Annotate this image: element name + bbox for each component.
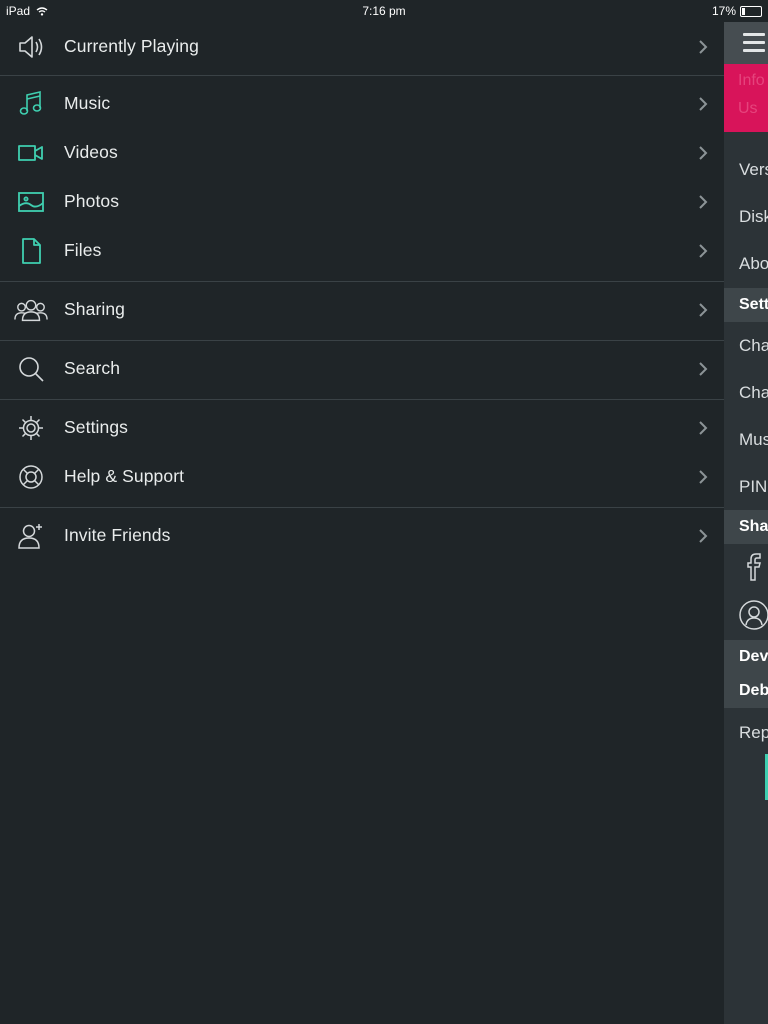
- photo-icon: [14, 185, 48, 219]
- chevron-right-icon: [696, 243, 710, 258]
- menu-item-help-support[interactable]: Help & Support: [0, 452, 724, 501]
- chevron-right-icon: [696, 302, 710, 317]
- people-icon: [14, 293, 48, 327]
- chevron-right-icon: [696, 528, 710, 543]
- menu-divider: [0, 399, 724, 400]
- menu-label: Videos: [64, 142, 118, 162]
- panel-top-bar: [724, 22, 768, 64]
- chevron-right-icon: [696, 361, 710, 376]
- user-circle-icon[interactable]: [738, 599, 768, 630]
- menu-item-videos[interactable]: Videos: [0, 128, 724, 177]
- row-disk[interactable]: Disk: [739, 207, 768, 227]
- chevron-right-icon: [696, 420, 710, 435]
- menu-divider: [0, 507, 724, 508]
- row-change-2[interactable]: Cha: [739, 383, 768, 403]
- section-title: Sha: [739, 518, 768, 535]
- gear-icon: [14, 411, 48, 445]
- section-settings: Sett: [724, 288, 768, 322]
- chevron-right-icon: [696, 145, 710, 160]
- battery-percent: 17%: [711, 4, 736, 18]
- chevron-right-icon: [696, 469, 710, 484]
- battery-icon: [740, 5, 762, 17]
- music-note-icon: [14, 87, 48, 121]
- menu-divider: [0, 75, 724, 76]
- status-bar: iPad 7:16 pm 17%: [0, 0, 768, 22]
- hamburger-menu-icon[interactable]: [743, 33, 765, 57]
- section-debug: Deb: [724, 674, 768, 708]
- menu-item-files[interactable]: Files: [0, 226, 724, 275]
- video-camera-icon: [14, 136, 48, 170]
- row-music[interactable]: Mus: [739, 430, 768, 450]
- chevron-right-icon: [696, 39, 710, 54]
- add-person-icon: [14, 519, 48, 553]
- alert-banner[interactable]: Info Us: [724, 64, 768, 132]
- menu-label: Sharing: [64, 299, 126, 319]
- section-title: Deb: [739, 682, 768, 699]
- menu-divider: [0, 340, 724, 341]
- file-icon: [14, 234, 48, 268]
- alert-line: Us: [738, 100, 758, 117]
- row-report[interactable]: Rep: [739, 723, 768, 743]
- menu-label: Currently Playing: [64, 36, 199, 56]
- menu-label: Files: [64, 240, 102, 260]
- menu-item-invite-friends[interactable]: Invite Friends: [0, 511, 724, 560]
- section-sharing: Sha: [724, 510, 768, 544]
- menu-item-sharing[interactable]: Sharing: [0, 285, 724, 334]
- menu-label: Search: [64, 358, 121, 378]
- speaker-icon: [14, 30, 48, 64]
- menu-item-music[interactable]: Music: [0, 79, 724, 128]
- menu-item-search[interactable]: Search: [0, 344, 724, 393]
- status-right: 17%: [712, 4, 762, 18]
- menu-item-settings[interactable]: Settings: [0, 403, 724, 452]
- section-developer: Dev: [724, 640, 768, 674]
- status-time: 7:16 pm: [362, 4, 406, 18]
- row-change-1[interactable]: Cha: [739, 336, 768, 356]
- alert-line: Info: [738, 72, 765, 89]
- section-title: Sett: [739, 296, 768, 313]
- chevron-right-icon: [696, 194, 710, 209]
- facebook-icon[interactable]: [738, 552, 768, 582]
- row-version[interactable]: Vers: [739, 160, 768, 180]
- row-pin[interactable]: PIN: [739, 477, 767, 497]
- menu-divider: [0, 281, 724, 282]
- menu-item-currently-playing[interactable]: Currently Playing: [0, 22, 724, 71]
- row-about[interactable]: Abo: [739, 254, 768, 274]
- menu-label: Settings: [64, 417, 129, 437]
- menu-label: Help & Support: [64, 466, 185, 486]
- menu-label: Music: [64, 93, 111, 113]
- search-icon: [14, 352, 48, 386]
- settings-panel-partial: Info Us Vers Disk Abo Sett Cha Cha Mus P…: [724, 22, 768, 1024]
- menu-label: Invite Friends: [64, 525, 171, 545]
- menu-item-photos[interactable]: Photos: [0, 177, 724, 226]
- section-title: Dev: [739, 648, 768, 665]
- chevron-right-icon: [696, 96, 710, 111]
- lifebuoy-icon: [14, 460, 48, 494]
- menu-label: Photos: [64, 191, 120, 211]
